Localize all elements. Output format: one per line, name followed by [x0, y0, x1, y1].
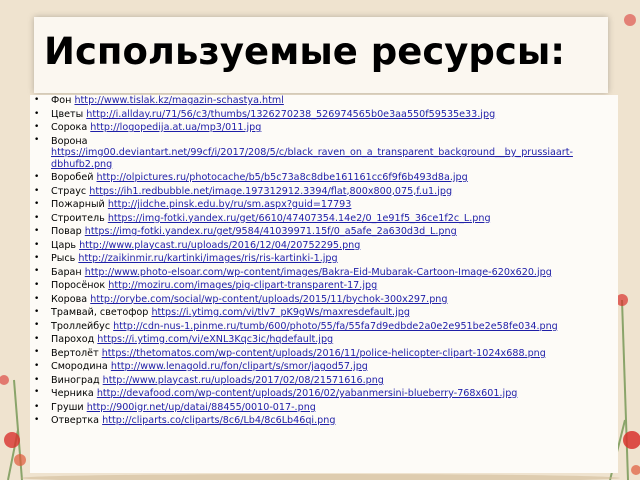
list-item: • Корова http://orybe.com/social/wp-conte… [33, 293, 608, 307]
resource-label: Пожарный [51, 199, 105, 210]
bullet-icon: • [34, 108, 40, 119]
bullet-icon: • [34, 334, 40, 344]
resource-label: Поросёнок [51, 280, 106, 291]
resource-label: Повар [51, 226, 82, 237]
resource-link[interactable]: http://cliparts.co/cliparts/8c6/Lb4/8c6L… [102, 415, 335, 426]
bullet-icon: • [34, 415, 40, 425]
resource-label: Ворона [51, 135, 88, 147]
resource-link[interactable]: http://www.playcast.ru/uploads/2016/12/0… [79, 240, 360, 251]
resource-link[interactable]: http://cdn-nus-1.pinme.ru/tumb/600/photo… [113, 321, 558, 332]
bullet-icon: • [34, 172, 40, 182]
list-item: • Троллейбус http://cdn-nus-1.pinme.ru/tu… [33, 320, 608, 334]
resource-label: Вертолёт [51, 347, 99, 359]
bullet-icon: • [34, 122, 40, 132]
resource-label: Троллейбус [51, 320, 111, 332]
resource-link[interactable]: http://moziru.com/images/pig-clipart-tra… [108, 280, 377, 291]
resource-link[interactable]: http://olpictures.ru/photocache/b5/b5c73… [97, 172, 468, 183]
bullet-icon: • [34, 265, 40, 276]
list-item: • Баран http://www.photo-elsoar.com/wp-co… [33, 266, 608, 280]
resource-label: Пароход [51, 334, 95, 345]
bullet-icon: • [34, 253, 40, 263]
bullet-icon: • [34, 319, 40, 330]
list-item: • Поросёнок http://moziru.com/images/pig-… [33, 279, 608, 293]
bullet-icon: • [34, 361, 40, 371]
bullet-icon: • [34, 239, 40, 250]
bullet-icon: • [34, 346, 40, 357]
resource-label: Фон [51, 95, 72, 106]
list-item: • Трамвай, светофор https://i.ytimg.com/v… [33, 306, 608, 320]
list-item: • Виноград http://www.playcast.ru/upload… [33, 374, 608, 388]
resource-label: Цветы [51, 108, 84, 120]
bullet-icon: • [34, 95, 40, 105]
resource-link[interactable]: http://www.tislak.kz/magazin-schastya.ht… [74, 95, 283, 106]
resource-link[interactable]: http://900igr.net/up/datai/88455/0010-01… [87, 402, 316, 413]
list-item: • Ворона https://img00.deviantart.net/99c… [33, 135, 608, 172]
resource-link[interactable]: https://thetomatos.com/wp-content/upload… [102, 348, 546, 359]
list-item: • Страус https://ih1.redbubble.net/image.… [33, 185, 608, 199]
bullet-icon: • [34, 212, 40, 223]
resource-link[interactable]: https://img-fotki.yandex.ru/get/9584/410… [85, 226, 457, 237]
bullet-icon: • [34, 226, 40, 236]
resource-label: Виноград [51, 374, 100, 386]
bullet-icon: • [34, 387, 40, 397]
resource-label: Сорока [51, 122, 88, 133]
resource-link[interactable]: http://www.lenagold.ru/fon/clipart/s/smo… [111, 361, 368, 372]
resource-link[interactable]: http://logopedija.at.ua/mp3/011.jpg [90, 122, 261, 133]
resource-label: Груши [51, 401, 84, 413]
bullet-icon: • [34, 185, 40, 196]
resource-link[interactable]: http://devafood.com/wp-content/uploads/2… [97, 388, 518, 399]
resource-label: Царь [51, 239, 77, 251]
bullet-icon: • [34, 293, 40, 304]
bullet-icon: • [34, 374, 40, 385]
list-item: • Отвертка http://cliparts.co/cliparts/8c… [33, 414, 608, 428]
bullet-icon: • [34, 307, 40, 317]
list-item: • Царь http://www.playcast.ru/uploads/201… [33, 239, 608, 253]
list-item: • Сорока http://logopedija.at.ua/mp3/011.… [33, 121, 608, 135]
list-item: • Груши http://900igr.net/up/datai/88455/… [33, 401, 608, 415]
resource-label: Черника [51, 388, 94, 399]
list-item: • Смородина http://www.lenagold.ru/fon/cl… [33, 360, 608, 374]
resource-label: Отвертка [51, 415, 100, 426]
list-item: • Воробей http://olpictures.ru/photocache… [33, 171, 608, 185]
bullet-icon: • [34, 134, 40, 145]
resource-link[interactable]: https://i.ytimg.com/vi/eXNL3Kqc3ic/hqdef… [97, 334, 333, 345]
resource-list: • Фон http://www.tislak.kz/magazin-schast… [33, 94, 608, 428]
resource-link[interactable]: http://i.allday.ru/71/56/c3/thumbs/13262… [86, 109, 495, 120]
resource-link[interactable]: http://jidche.pinsk.edu.by/ru/sm.aspx?gu… [108, 199, 352, 210]
resource-link[interactable]: http://www.photo-elsoar.com/wp-content/i… [85, 267, 552, 278]
list-item: • Повар https://img-fotki.yandex.ru/get/9… [33, 225, 608, 239]
list-item: • Цветы http://i.allday.ru/71/56/c3/thumb… [33, 108, 608, 122]
resource-link[interactable]: https://ih1.redbubble.net/image.19731291… [89, 186, 452, 197]
resource-link[interactable]: https://img00.deviantart.net/99cf/i/2017… [51, 147, 573, 170]
resource-label: Рысь [51, 253, 76, 264]
resource-label: Строитель [51, 212, 105, 224]
list-item: • Строитель https://img-fotki.yandex.ru/g… [33, 212, 608, 226]
resource-link[interactable]: https://img-fotki.yandex.ru/get/6610/474… [108, 213, 491, 224]
resource-label: Страус [51, 185, 87, 197]
page-title: Используемые ресурсы: [44, 30, 566, 73]
resource-label: Трамвай, светофор [51, 307, 149, 318]
resource-link[interactable]: http://orybe.com/social/wp-content/uploa… [90, 294, 447, 305]
resource-link[interactable]: https://i.ytimg.com/vi/tlv7_pK9gWs/maxre… [151, 307, 409, 318]
bullet-icon: • [34, 401, 40, 412]
resource-label: Смородина [51, 361, 108, 372]
list-item: • Рысь http://zaikinmir.ru/kartinki/image… [33, 252, 608, 266]
list-item: • Пароход https://i.ytimg.com/vi/eXNL3Kqc… [33, 333, 608, 347]
list-item: • Фон http://www.tislak.kz/magazin-schast… [33, 94, 608, 108]
resource-label: Воробей [51, 172, 94, 183]
resource-label: Баран [51, 266, 82, 278]
bullet-icon: • [34, 199, 40, 209]
resource-link[interactable]: http://www.playcast.ru/uploads/2017/02/0… [103, 375, 384, 386]
resource-link[interactable]: http://zaikinmir.ru/kartinki/images/ris/… [78, 253, 337, 264]
resource-label: Корова [51, 293, 88, 305]
list-item: • Пожарный http://jidche.pinsk.edu.by/ru/… [33, 198, 608, 212]
bullet-icon: • [34, 280, 40, 290]
list-item: • Вертолёт https://thetomatos.com/wp-cont… [33, 347, 608, 361]
list-item: • Черника http://devafood.com/wp-content/… [33, 387, 608, 401]
